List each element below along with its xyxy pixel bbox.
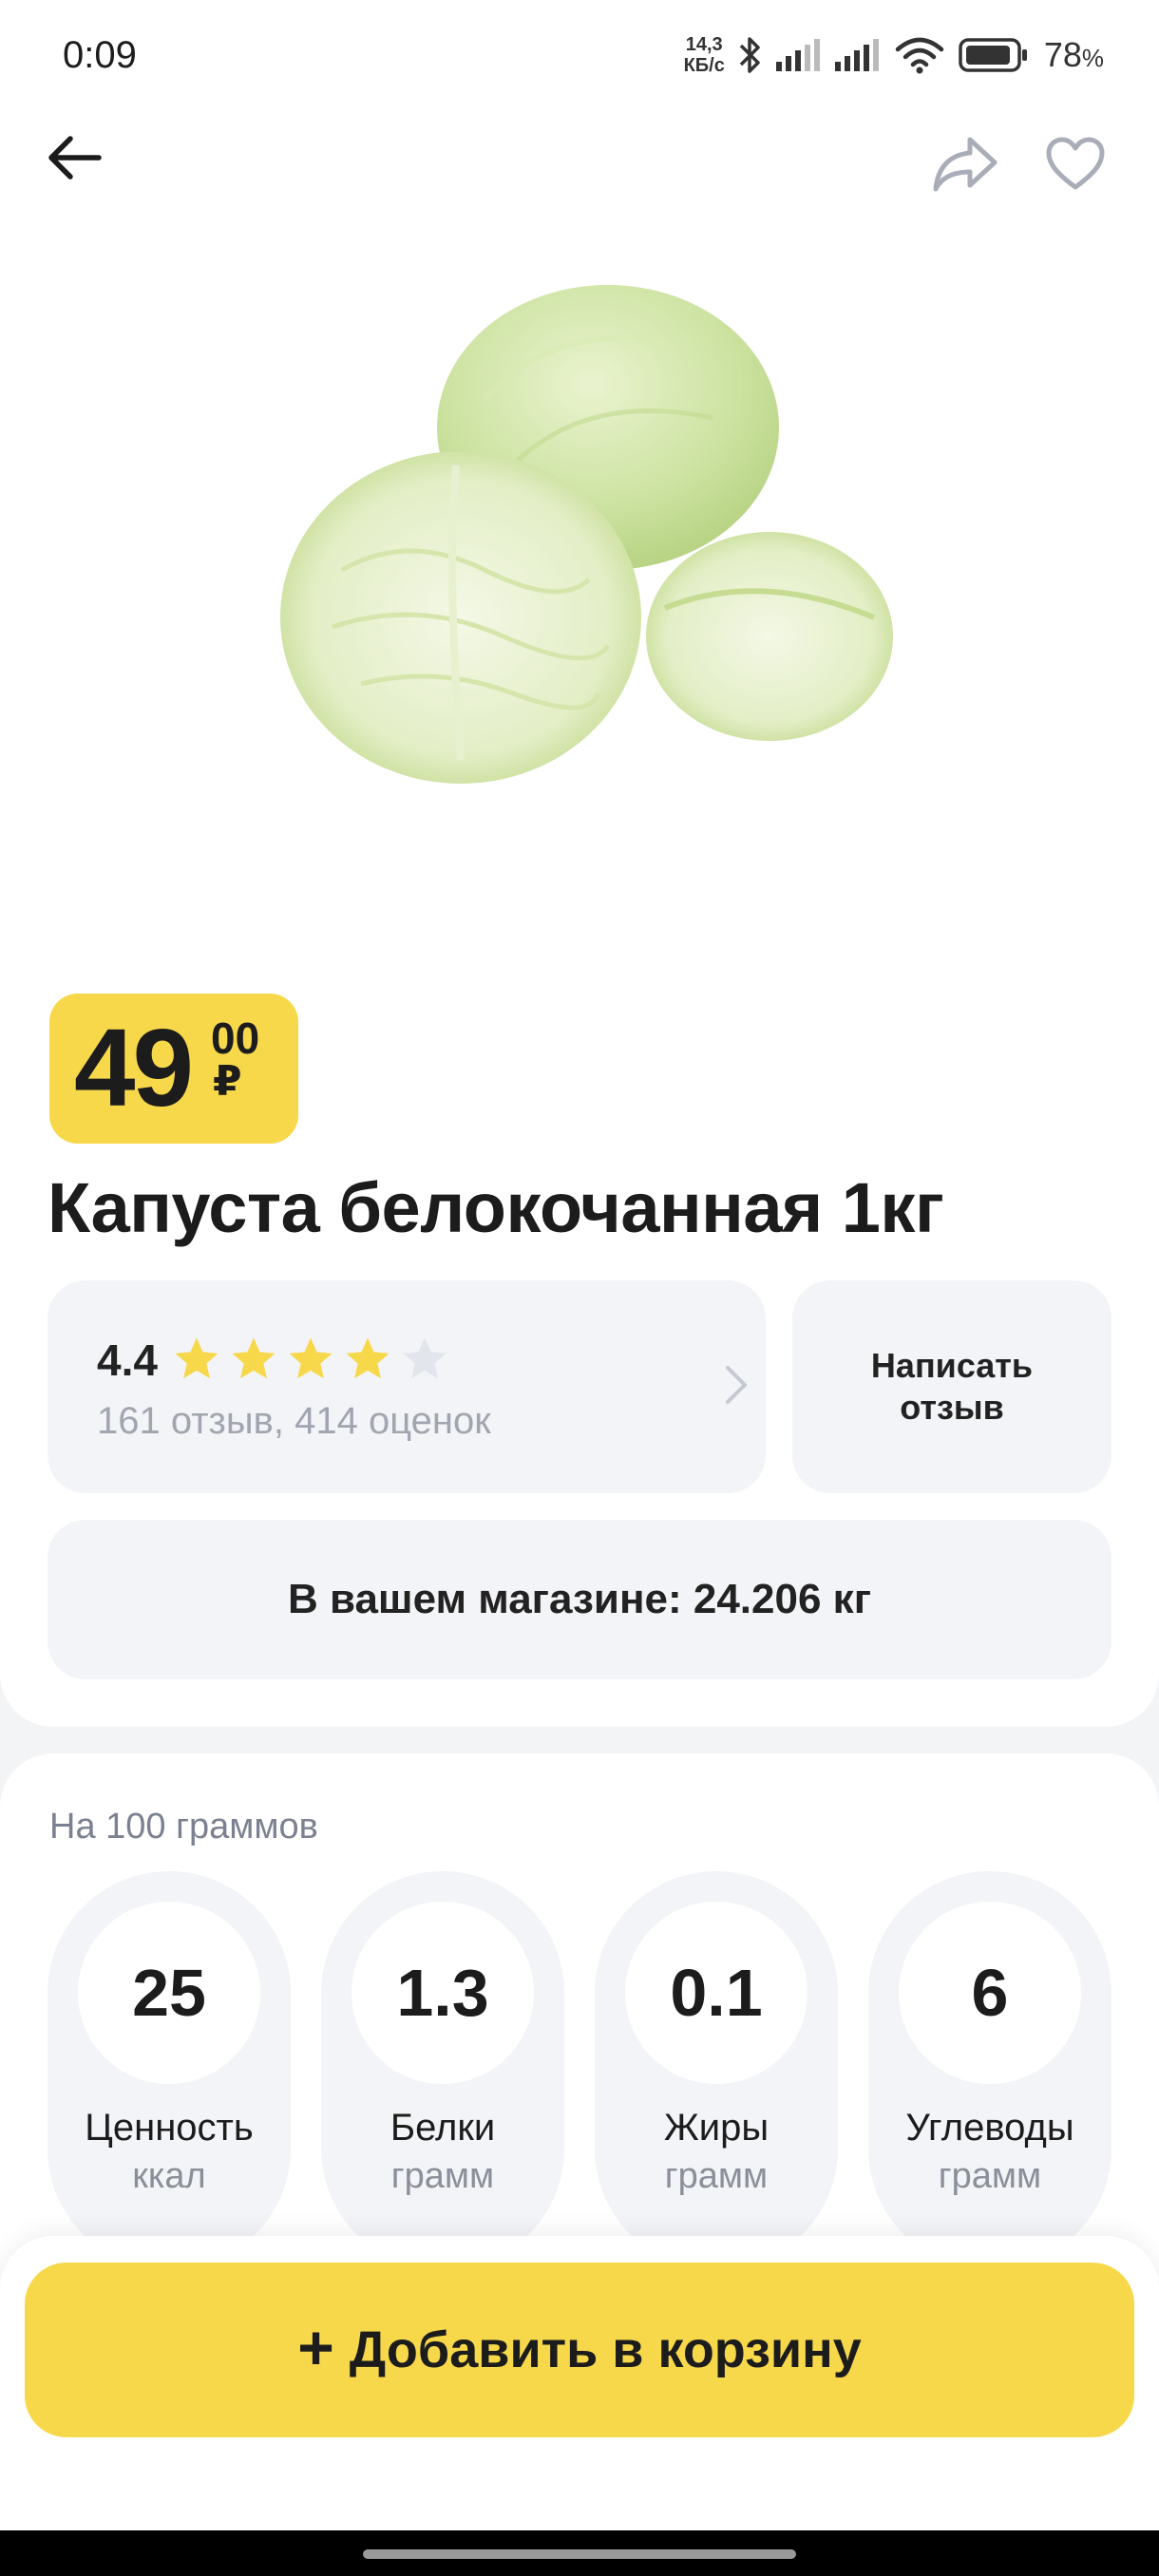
nutrition-item-carbs: 6 Углеводы грамм [868, 1871, 1112, 2270]
rating-summary: 161 отзыв, 414 оценок [97, 1400, 491, 1442]
nutrition-value-circle: 25 [78, 1902, 260, 2084]
nutrition-unit: грамм [664, 2156, 769, 2196]
battery-percent: 78% [1044, 35, 1104, 75]
nutrition-unit: грамм [390, 2156, 495, 2196]
nutrition-unit: ккал [132, 2156, 206, 2196]
nutrition-value-circle: 0.1 [625, 1902, 808, 2084]
status-icons: 14,3 КБ/с 78% [684, 28, 1104, 82]
battery-percent-value: 78 [1043, 35, 1082, 74]
nutrition-value: 6 [971, 1956, 1009, 2030]
nutrition-item-calories: 25 Ценность ккал [48, 1871, 291, 2270]
add-to-cart-label: Добавить в корзину [349, 2321, 862, 2378]
heart-outline-icon [1046, 137, 1105, 190]
nutrition-value: 1.3 [396, 1956, 489, 2030]
network-speed-unit: КБ/с [683, 55, 725, 76]
nutrition-item-fat: 0.1 Жиры грамм [595, 1871, 838, 2270]
nutrition-value: 25 [132, 1956, 206, 2030]
gesture-nav-area [0, 2530, 1159, 2576]
gesture-handle[interactable] [363, 2549, 796, 2559]
favorite-button[interactable] [1037, 129, 1113, 198]
status-time: 0:09 [63, 34, 137, 76]
arrow-left-icon [48, 136, 102, 180]
nutrition-name: Углеводы [905, 2107, 1074, 2149]
network-speed-value: 14,3 [685, 34, 723, 55]
bluetooth-icon [738, 35, 763, 75]
share-button[interactable] [927, 129, 1003, 198]
product-image [280, 285, 893, 784]
network-speed: 14,3 КБ/с [684, 34, 725, 76]
nutrition-item-protein: 1.3 Белки грамм [321, 1871, 564, 2270]
product-screen: 0:09 14,3 КБ/с 78% 49 00 ₽ Капуста белок… [0, 0, 1159, 2576]
battery-percent-sign: % [1081, 44, 1104, 72]
rating-stars [171, 1334, 450, 1385]
plus-icon: + [297, 2312, 334, 2382]
write-review-button[interactable]: Написать отзыв [792, 1280, 1112, 1493]
price-currency: ₽ [213, 1058, 242, 1105]
product-title: Капуста белокочанная 1кг [48, 1168, 944, 1247]
status-bar: 0:09 14,3 КБ/с 78% [0, 0, 1159, 114]
rating-card[interactable]: 4.4 161 отзыв, 414 оценок [48, 1280, 766, 1493]
cellular-signal-icon [775, 39, 822, 71]
battery-icon [959, 38, 1029, 72]
nutrition-value: 0.1 [670, 1956, 763, 2030]
nutrition-value-circle: 6 [899, 1902, 1081, 2084]
bottom-action-bar: + Добавить в корзину [0, 2236, 1159, 2530]
add-to-cart-button[interactable]: + Добавить в корзину [25, 2263, 1134, 2437]
nutrition-unit: грамм [938, 2156, 1042, 2196]
price-rubles: 49 [74, 1006, 194, 1129]
write-review-label: Написать отзыв [870, 1346, 1034, 1427]
star-filled-icon [289, 1337, 332, 1379]
share-arrow-icon [933, 137, 998, 192]
rating-value: 4.4 [97, 1335, 158, 1385]
star-empty-icon [403, 1337, 446, 1379]
back-button[interactable] [40, 123, 108, 192]
star-filled-icon [175, 1337, 218, 1379]
nutrition-name: Ценность [85, 2107, 254, 2149]
nutrition-name: Белки [390, 2107, 496, 2149]
star-filled-icon [346, 1337, 390, 1379]
cellular-signal-icon [834, 39, 881, 71]
store-stock-text: В вашем магазине: 24.206 кг [287, 1576, 872, 1622]
nutrition-caption: На 100 граммов [49, 1807, 318, 1847]
product-info-card: 0:09 14,3 КБ/с 78% 49 00 ₽ Капуста белок… [0, 0, 1159, 1727]
wifi-icon [894, 36, 945, 74]
nutrition-name: Жиры [663, 2107, 770, 2149]
store-stock-card: В вашем магазине: 24.206 кг [48, 1520, 1112, 1679]
price-badge: 49 00 ₽ [49, 994, 298, 1144]
star-filled-icon [232, 1337, 276, 1379]
nutrition-value-circle: 1.3 [352, 1902, 534, 2084]
price-kopecks: 00 [211, 1013, 260, 1063]
chevron-right-icon [726, 1366, 747, 1404]
